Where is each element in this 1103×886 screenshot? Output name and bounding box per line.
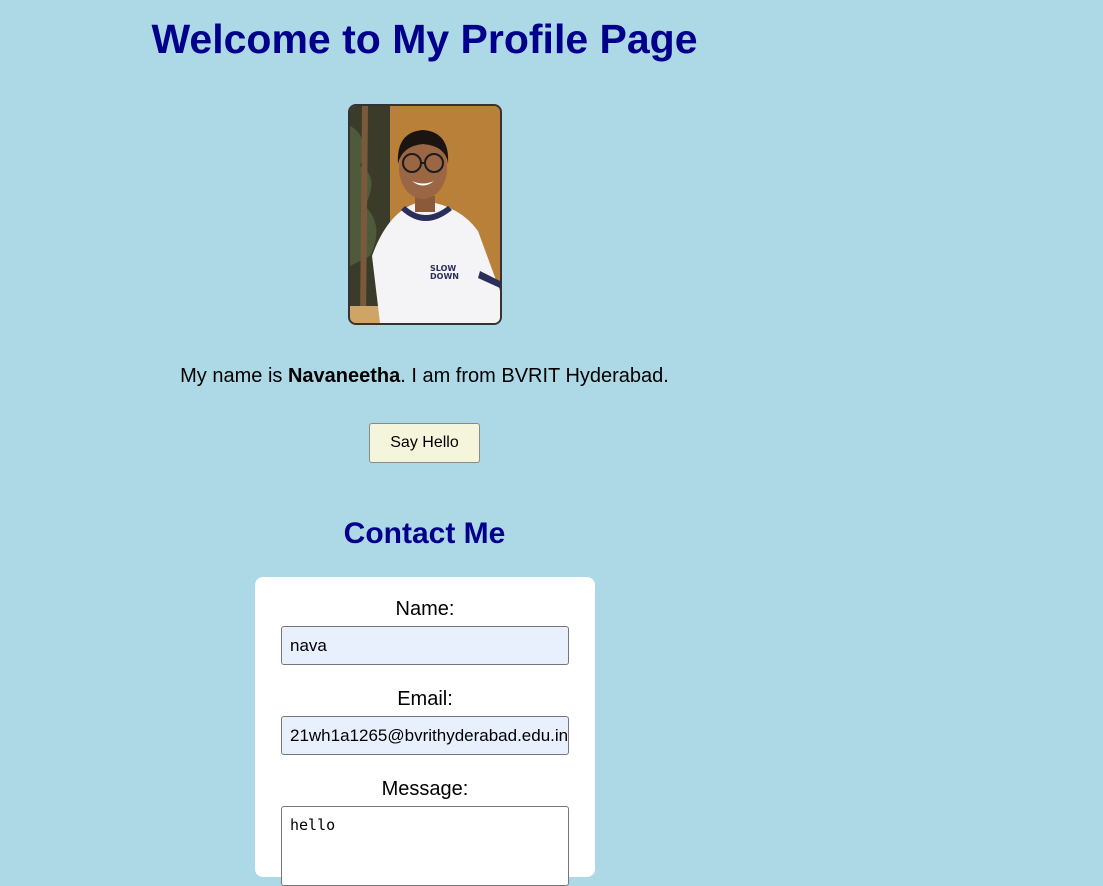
- name-field[interactable]: nava: [281, 626, 569, 665]
- page-title: Welcome to My Profile Page: [151, 16, 698, 62]
- contact-heading: Contact Me: [343, 517, 506, 550]
- email-field[interactable]: 21wh1a1265@bvrithyderabad.edu.in: [281, 716, 569, 755]
- say-hello-button[interactable]: Say Hello: [369, 423, 480, 463]
- intro-name: Navaneetha: [287, 365, 401, 387]
- intro-prefix: My name is: [180, 365, 288, 387]
- email-label: Email:: [397, 688, 453, 710]
- intro-text: My name is Navaneetha. I am from BVRIT H…: [0, 364, 849, 388]
- message-textarea[interactable]: hello: [281, 806, 569, 886]
- profile-photo: SLOW DOWN: [348, 104, 502, 325]
- svg-text:DOWN: DOWN: [430, 272, 459, 281]
- contact-form: Name: nava Email: 21wh1a1265@bvrithydera…: [255, 577, 595, 886]
- intro-suffix: . I am from BVRIT Hyderabad.: [400, 365, 669, 387]
- message-label: Message:: [381, 778, 469, 800]
- profile-photo-image: SLOW DOWN: [350, 106, 500, 323]
- name-label: Name:: [395, 598, 455, 620]
